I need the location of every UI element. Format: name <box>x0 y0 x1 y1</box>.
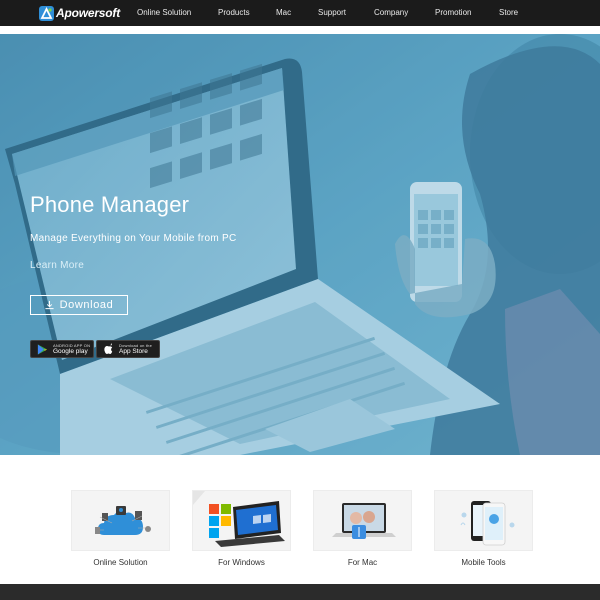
card-online-solution[interactable] <box>71 490 170 551</box>
card-label-for-windows[interactable]: For Windows <box>192 558 291 567</box>
apowersoft-logo-icon <box>39 5 54 21</box>
hero-subtitle: Manage Everything on Your Mobile from PC <box>30 233 237 244</box>
download-button[interactable]: Download <box>30 295 128 315</box>
nav-item-online-solution[interactable]: Online Solution <box>137 0 191 26</box>
card-for-mac[interactable] <box>313 490 412 551</box>
download-button-label: Download <box>59 299 114 311</box>
nav-item-products[interactable]: Products <box>218 0 250 26</box>
footer-strip <box>0 584 600 600</box>
google-play-badge[interactable]: ANDROID APP ON Google play <box>30 340 94 358</box>
nav-item-store[interactable]: Store <box>499 0 518 26</box>
learn-more-link[interactable]: Learn More <box>30 260 84 271</box>
phones-icon <box>460 501 515 546</box>
windows-tablet-icon <box>193 491 285 547</box>
card-label-online-solution[interactable]: Online Solution <box>71 558 170 567</box>
nav-item-company[interactable]: Company <box>374 0 408 26</box>
card-label-mobile-tools[interactable]: Mobile Tools <box>434 558 533 567</box>
hero-banner: Phone Manager Manage Everything on Your … <box>0 34 600 455</box>
apple-icon <box>104 343 113 354</box>
cloud-icon <box>95 506 151 535</box>
top-navigation-bar: Apowersoft Online Solution Products Mac … <box>0 0 600 26</box>
hero-background-illustration <box>0 34 600 455</box>
mac-laptop-icon <box>332 503 396 539</box>
app-store-text: App Store <box>119 348 148 355</box>
card-mobile-tools[interactable] <box>434 490 533 551</box>
nav-item-support[interactable]: Support <box>318 0 346 26</box>
apowersoft-logo[interactable]: Apowersoft <box>39 5 120 21</box>
nav-item-promotion[interactable]: Promotion <box>435 0 471 26</box>
card-label-for-mac[interactable]: For Mac <box>313 558 412 567</box>
nav-item-mac[interactable]: Mac <box>276 0 291 26</box>
google-play-icon <box>37 343 48 355</box>
download-icon <box>45 300 54 309</box>
app-store-badge[interactable]: Download on the App Store <box>96 340 160 358</box>
google-play-text: Google play <box>53 348 88 355</box>
hero-title: Phone Manager <box>30 192 190 217</box>
card-for-windows[interactable] <box>192 490 291 551</box>
brand-name: Apowersoft <box>56 6 121 20</box>
